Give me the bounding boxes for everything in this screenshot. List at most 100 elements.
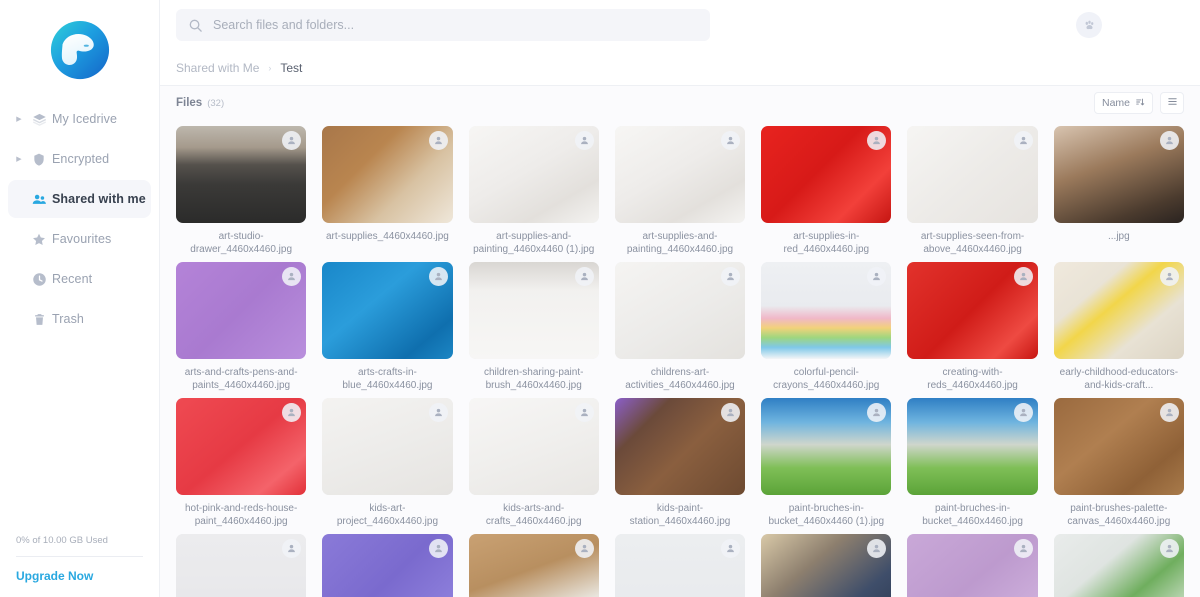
file-thumbnail[interactable] bbox=[614, 262, 746, 359]
file-thumbnail[interactable] bbox=[1053, 126, 1184, 223]
search-input[interactable] bbox=[213, 18, 698, 32]
search-bar[interactable] bbox=[176, 9, 710, 41]
shared-user-icon bbox=[721, 539, 741, 558]
file-tile[interactable]: arts-crafts-in-blue_4460x4460.jpg bbox=[322, 256, 453, 392]
layers-icon bbox=[26, 112, 52, 127]
shared-user-icon bbox=[428, 131, 448, 150]
file-name: art-supplies-in-red_4460x4460.jpg bbox=[783, 231, 870, 255]
chevron-right-icon[interactable]: ▶ bbox=[12, 116, 26, 123]
file-name: paint-bruches-in-bucket_4460x4460.jpg bbox=[922, 503, 1023, 527]
avatar[interactable] bbox=[1076, 12, 1102, 38]
section-header: Files (32) Name bbox=[176, 86, 1184, 120]
sidebar-item-encrypted[interactable]: ▶ Encrypted bbox=[8, 140, 151, 178]
file-thumbnail[interactable] bbox=[176, 262, 307, 359]
files-grid: art-studio-drawer_4460x4460.jpg art-suppl… bbox=[176, 120, 1184, 597]
divider bbox=[16, 556, 143, 557]
file-name: art-studio-drawer_4460x4460.jpg bbox=[190, 231, 293, 255]
file-thumbnail[interactable] bbox=[761, 534, 892, 597]
file-tile[interactable]: hot-pink-and-reds-house-paint_4460x4460.… bbox=[176, 392, 307, 528]
file-thumbnail[interactable] bbox=[1053, 398, 1184, 495]
file-tile[interactable]: childrens-art-activities_4460x4460.jpg bbox=[614, 256, 746, 392]
file-thumbnail[interactable] bbox=[614, 398, 746, 495]
sidebar-item-label: Recent bbox=[52, 272, 93, 286]
logo-container[interactable] bbox=[0, 0, 159, 100]
file-name: art-supplies-and-painting_4460x4460.jpg bbox=[626, 231, 734, 255]
sidebar-item-favourites[interactable]: ▶ Favourites bbox=[8, 220, 151, 258]
file-thumbnail[interactable] bbox=[907, 262, 1038, 359]
file-thumbnail[interactable] bbox=[614, 126, 746, 223]
file-tile[interactable]: creating-with-reds_4460x4460.jpg bbox=[907, 256, 1038, 392]
file-thumbnail[interactable] bbox=[176, 534, 307, 597]
file-tile[interactable]: paint-bruches-in-bucket_4460x4460 (1).jp… bbox=[761, 392, 892, 528]
shared-user-icon bbox=[1160, 539, 1179, 558]
file-tile[interactable] bbox=[322, 528, 453, 597]
shared-user-icon bbox=[1013, 131, 1033, 150]
file-tile[interactable] bbox=[614, 528, 746, 597]
section-title: Files bbox=[176, 97, 203, 109]
file-tile[interactable] bbox=[176, 528, 307, 597]
file-thumbnail[interactable] bbox=[322, 398, 453, 495]
file-name: paint-bruches-in-bucket_4460x4460 (1).jp… bbox=[768, 503, 885, 527]
file-tile[interactable]: art-supplies-in-red_4460x4460.jpg bbox=[761, 120, 892, 256]
breadcrumb-root[interactable]: Shared with Me bbox=[176, 61, 259, 75]
shared-user-icon bbox=[574, 131, 594, 150]
sidebar-nav: ▶ My Icedrive ▶ Encrypted ▶ Shared with … bbox=[0, 100, 159, 338]
file-tile[interactable]: art-supplies-and-painting_4460x4460.jpg bbox=[614, 120, 746, 256]
file-tile[interactable]: children-sharing-paint-brush_4460x4460.j… bbox=[468, 256, 599, 392]
file-thumbnail[interactable] bbox=[468, 262, 599, 359]
file-thumbnail[interactable] bbox=[322, 534, 453, 597]
file-tile[interactable]: art-supplies-seen-from-above_4460x4460.j… bbox=[907, 120, 1038, 256]
file-thumbnail[interactable] bbox=[468, 126, 599, 223]
sidebar-item-recent[interactable]: ▶ Recent bbox=[8, 260, 151, 298]
sort-button[interactable]: Name bbox=[1093, 92, 1153, 114]
sidebar-item-label: Trash bbox=[52, 312, 84, 326]
file-tile[interactable]: kids-paint-station_4460x4460.jpg bbox=[614, 392, 746, 528]
file-thumbnail[interactable] bbox=[907, 126, 1038, 223]
file-thumbnail[interactable] bbox=[907, 534, 1038, 597]
top-bar-right bbox=[1076, 12, 1186, 38]
sidebar-item-my-icedrive[interactable]: ▶ My Icedrive bbox=[8, 100, 151, 138]
file-tile[interactable]: art-supplies-and-painting_4460x4460 (1).… bbox=[468, 120, 599, 256]
sidebar-item-trash[interactable]: ▶ Trash bbox=[8, 300, 151, 338]
file-tile[interactable]: paint-bruches-in-bucket_4460x4460.jpg bbox=[907, 392, 1038, 528]
chevron-right-icon[interactable]: ▶ bbox=[12, 156, 26, 163]
file-tile[interactable]: early-childhood-educators-and-kids-craft… bbox=[1053, 256, 1184, 392]
sidebar-item-shared-with-me[interactable]: ▶ Shared with me bbox=[8, 180, 151, 218]
paw-avatar-icon bbox=[1085, 20, 1093, 29]
file-tile[interactable]: colorful-pencil-crayons_4460x4460.jpg bbox=[761, 256, 892, 392]
file-tile[interactable]: art-studio-drawer_4460x4460.jpg bbox=[176, 120, 307, 256]
file-thumbnail[interactable] bbox=[1053, 534, 1184, 597]
file-thumbnail[interactable] bbox=[322, 262, 453, 359]
file-tile[interactable]: arts-and-crafts-pens-and-paints_4460x446… bbox=[176, 256, 307, 392]
breadcrumb-current[interactable]: Test bbox=[280, 61, 302, 75]
file-name: childrens-art-activities_4460x4460.jpg bbox=[625, 367, 735, 391]
breadcrumb-separator-icon: › bbox=[268, 62, 272, 73]
file-thumbnail[interactable] bbox=[176, 398, 307, 495]
app-root: ▶ My Icedrive ▶ Encrypted ▶ Shared with … bbox=[0, 0, 1200, 597]
file-thumbnail[interactable] bbox=[761, 398, 892, 495]
file-thumbnail[interactable] bbox=[468, 534, 599, 597]
file-thumbnail[interactable] bbox=[468, 398, 599, 495]
list-view-toggle-button[interactable] bbox=[1160, 92, 1184, 114]
search-icon bbox=[188, 18, 203, 33]
upgrade-now-link[interactable]: Upgrade Now bbox=[16, 569, 143, 583]
file-thumbnail[interactable] bbox=[322, 126, 453, 223]
file-tile[interactable] bbox=[761, 528, 892, 597]
file-tile[interactable]: kids-arts-and-crafts_4460x4460.jpg bbox=[468, 392, 599, 528]
file-tile[interactable]: kids-art-project_4460x4460.jpg bbox=[322, 392, 453, 528]
file-tile[interactable] bbox=[907, 528, 1038, 597]
file-thumbnail[interactable] bbox=[761, 262, 892, 359]
file-tile[interactable]: ...jpg bbox=[1053, 120, 1184, 256]
shared-user-icon bbox=[1160, 403, 1179, 422]
file-tile[interactable]: art-supplies_4460x4460.jpg bbox=[322, 120, 453, 256]
sidebar-item-label: Favourites bbox=[52, 232, 112, 246]
file-thumbnail[interactable] bbox=[907, 398, 1038, 495]
file-tile[interactable] bbox=[1053, 528, 1184, 597]
file-thumbnail[interactable] bbox=[761, 126, 892, 223]
file-thumbnail[interactable] bbox=[614, 534, 746, 597]
file-thumbnail[interactable] bbox=[176, 126, 307, 223]
file-tile[interactable] bbox=[468, 528, 599, 597]
file-tile[interactable]: paint-brushes-palette-canvas_4460x4460.j… bbox=[1053, 392, 1184, 528]
file-name: art-supplies-and-painting_4460x4460 (1).… bbox=[473, 231, 595, 255]
file-thumbnail[interactable] bbox=[1053, 262, 1184, 359]
